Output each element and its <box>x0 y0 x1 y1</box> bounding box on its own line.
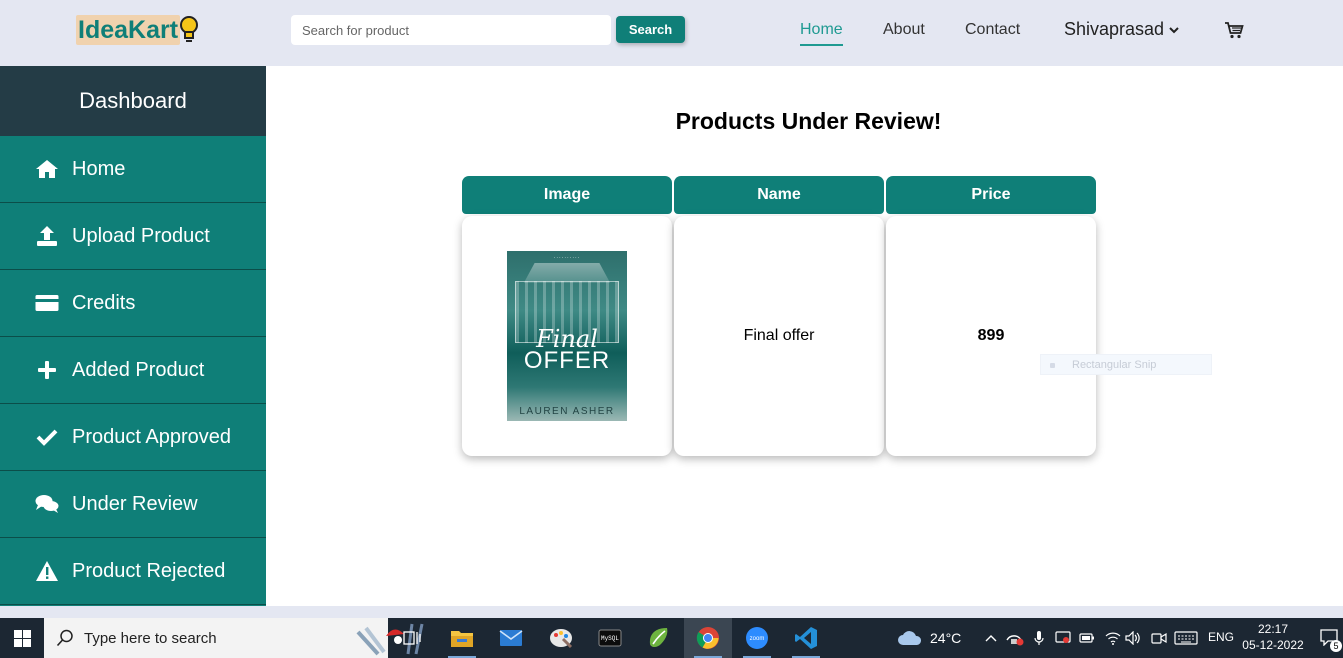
table-cell-image: ·········· Final OFFER LAUREN ASHER <box>462 216 672 456</box>
sidebar-item-label: Credits <box>72 291 136 314</box>
check-icon <box>34 426 60 448</box>
page-title: Products Under Review! <box>675 108 942 134</box>
taskbar-search[interactable]: Type here to search <box>44 618 424 658</box>
sidebar-item-product-approved[interactable]: Product Approved <box>0 404 266 471</box>
nav-link-contact[interactable]: Contact <box>965 20 1020 40</box>
plus-icon <box>34 359 60 381</box>
battery-icon[interactable] <box>1078 618 1096 658</box>
column-header-price: Price <box>886 176 1096 214</box>
sidebar-item-label: Product Approved <box>72 425 231 448</box>
microphone-icon[interactable] <box>1030 618 1048 658</box>
keyboard-icon[interactable] <box>1172 618 1200 658</box>
nav-link-home[interactable]: Home <box>800 20 843 46</box>
cart-icon[interactable] <box>1224 20 1244 45</box>
main-content: Products Under Review! Image Name Price … <box>266 66 1343 606</box>
windows-taskbar: Type here to search MySQL zoom 24°C ENG … <box>0 618 1343 658</box>
clock-time: 22:17 <box>1257 622 1289 636</box>
task-view-icon[interactable] <box>388 618 436 658</box>
sidebar-title: Dashboard <box>0 66 266 136</box>
sidebar-item-label: Added Product <box>72 358 205 381</box>
cover-top-text: ·········· <box>553 255 581 261</box>
zoom-icon[interactable]: zoom <box>733 618 781 658</box>
taskbar-clock[interactable]: 22:17 05-12-2022 <box>1238 621 1308 653</box>
warning-icon <box>34 560 60 582</box>
cover-author: LAUREN ASHER <box>519 406 615 417</box>
screen-share-icon[interactable] <box>1053 618 1073 658</box>
top-navbar: IdeaKart Search Home About Contact Shiva… <box>0 0 1343 66</box>
product-name: Final offer <box>743 327 815 344</box>
terminal-icon[interactable]: MySQL <box>586 618 634 658</box>
paint-icon[interactable] <box>537 618 585 658</box>
taskbar-search-placeholder: Type here to search <box>84 629 217 647</box>
search-icon <box>56 629 73 647</box>
search-input[interactable] <box>291 15 611 45</box>
cover-title: OFFER <box>523 347 611 374</box>
sidebar-item-label: Home <box>72 157 126 180</box>
brand-name: IdeaKart <box>76 15 181 45</box>
snip-tooltip: Rectangular Snip <box>1040 354 1212 375</box>
weather-icon[interactable] <box>896 618 924 658</box>
nav-link-about[interactable]: About <box>883 20 925 40</box>
lightbulb-icon <box>180 16 199 42</box>
sidebar-item-upload-product[interactable]: Upload Product <box>0 203 266 270</box>
mail-icon[interactable] <box>487 618 535 658</box>
spring-icon[interactable] <box>635 618 683 658</box>
meet-now-icon[interactable] <box>1149 618 1169 658</box>
windows-start-icon[interactable] <box>0 618 44 658</box>
sidebar-item-under-review[interactable]: Under Review <box>0 471 266 538</box>
sidebar-item-added-product[interactable]: Added Product <box>0 337 266 404</box>
chevron-down-icon <box>1169 26 1179 33</box>
comments-icon <box>34 493 60 515</box>
sidebar-item-product-rejected[interactable]: Product Rejected <box>0 538 266 605</box>
upload-icon <box>34 225 60 247</box>
wifi-icon[interactable] <box>1104 618 1122 658</box>
column-header-image: Image <box>462 176 672 214</box>
weather-temperature[interactable]: 24°C <box>930 630 961 646</box>
volume-icon[interactable] <box>1124 618 1142 658</box>
sidebar-item-home[interactable]: Home <box>0 136 266 203</box>
vscode-icon[interactable] <box>782 618 830 658</box>
sidebar-item-label: Under Review <box>72 492 198 515</box>
network-error-icon[interactable] <box>1004 618 1026 658</box>
user-menu[interactable]: Shivaprasad <box>1064 19 1179 40</box>
credit-card-icon <box>34 292 60 314</box>
product-price: 899 <box>977 327 1005 344</box>
language-indicator[interactable]: ENG <box>1208 630 1234 644</box>
cover-roof-art <box>523 263 611 283</box>
svg-text:MySQL: MySQL <box>601 635 619 642</box>
user-name: Shivaprasad <box>1064 19 1165 39</box>
chrome-icon[interactable] <box>684 618 732 658</box>
clock-date: 05-12-2022 <box>1242 638 1304 652</box>
product-image: ·········· Final OFFER LAUREN ASHER <box>507 251 627 421</box>
svg-text:zoom: zoom <box>750 636 765 642</box>
brand-logo[interactable]: IdeaKart <box>76 14 200 46</box>
sidebar-item-label: Upload Product <box>72 224 210 247</box>
notification-badge: 5 <box>1330 640 1342 652</box>
column-header-name: Name <box>674 176 884 214</box>
chevron-up-icon[interactable] <box>982 618 1000 658</box>
sidebar-item-credits[interactable]: Credits <box>0 270 266 337</box>
search-button[interactable]: Search <box>616 16 685 43</box>
sidebar-item-label: Product Rejected <box>72 559 226 582</box>
table-cell-name: Final offer <box>674 216 884 456</box>
table-cell-price: 899 <box>886 216 1096 456</box>
sidebar: Dashboard Home Upload Product Credits Ad… <box>0 66 266 606</box>
home-icon <box>34 158 60 180</box>
file-explorer-icon[interactable] <box>438 618 486 658</box>
